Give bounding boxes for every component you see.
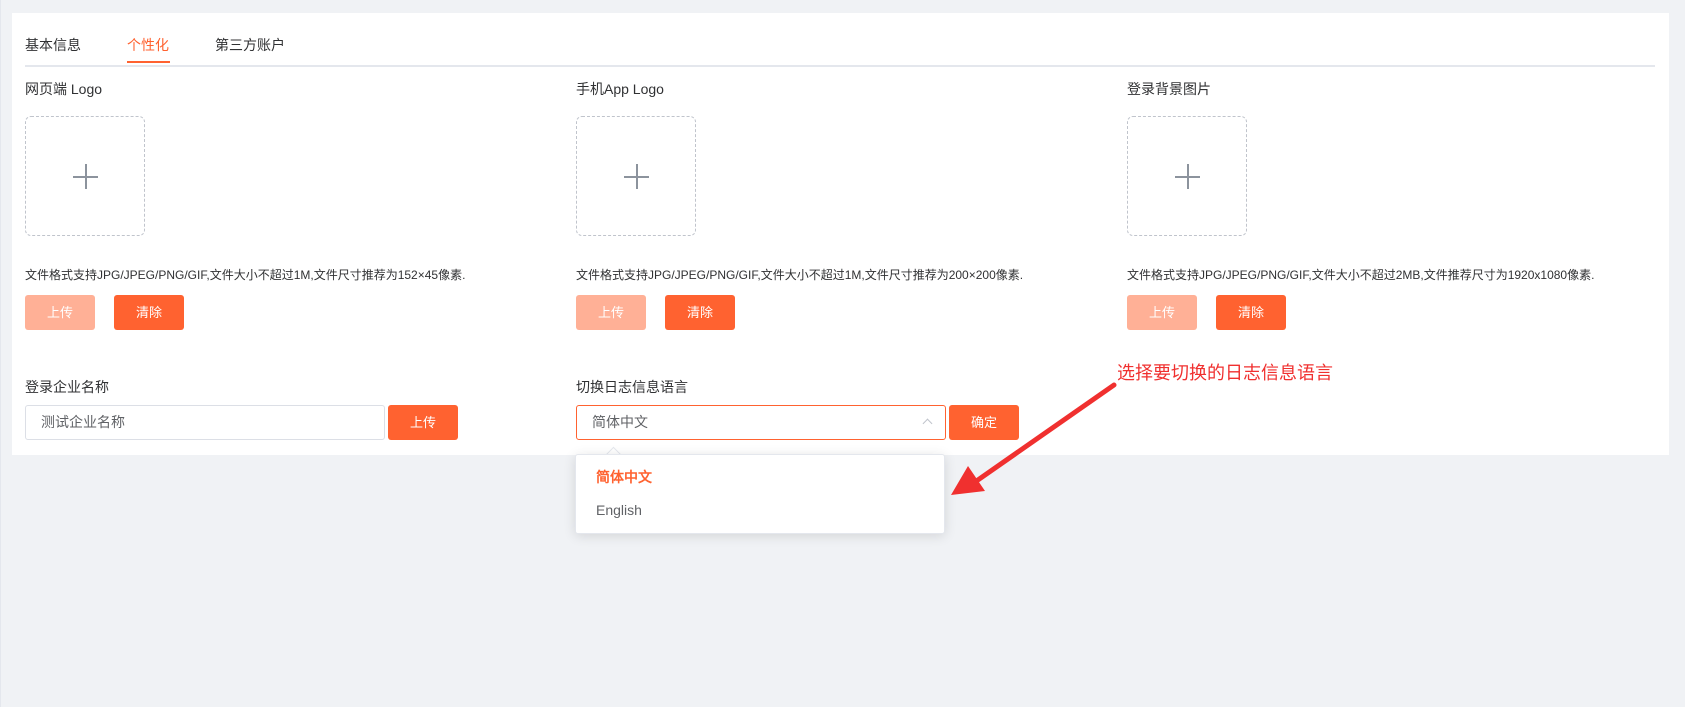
annotation-label: 选择要切换的日志信息语言 [1117,363,1333,383]
web-logo-hint: 文件格式支持JPG/JPEG/PNG/GIF,文件大小不超过1M,文件尺寸推荐为… [25,268,466,282]
login-bg-title: 登录背景图片 [1127,81,1211,97]
log-language-selected-value: 简体中文 [592,414,648,430]
login-bg-uploader[interactable] [1127,116,1247,236]
chevron-up-icon [922,418,933,429]
log-language-confirm-button[interactable]: 确定 [949,405,1019,440]
web-logo-upload-button[interactable]: 上传 [25,295,95,330]
log-language-label: 切换日志信息语言 [576,379,688,395]
tab-personalization[interactable]: 个性化 [127,35,169,55]
company-name-upload-button[interactable]: 上传 [388,405,458,440]
web-logo-clear-button[interactable]: 清除 [114,295,184,330]
login-bg-clear-button[interactable]: 清除 [1216,295,1286,330]
settings-card: 基本信息 个性化 第三方账户 网页端 Logo 文件格式支持JPG/JPEG/P… [12,13,1669,455]
company-name-label: 登录企业名称 [25,379,109,395]
plus-icon [73,164,98,189]
tab-bar: 基本信息 个性化 第三方账户 [25,13,1655,67]
active-tab-indicator [127,61,170,63]
page-edge [0,0,1,707]
company-name-input[interactable]: 测试企业名称 [25,405,385,440]
app-logo-upload-button[interactable]: 上传 [576,295,646,330]
app-logo-clear-button[interactable]: 清除 [665,295,735,330]
language-option-simplified-chinese[interactable]: 简体中文 [596,467,652,487]
tab-third-party-accounts[interactable]: 第三方账户 [215,35,285,55]
app-logo-hint: 文件格式支持JPG/JPEG/PNG/GIF,文件大小不超过1M,文件尺寸推荐为… [576,268,1024,282]
log-language-select[interactable]: 简体中文 [576,405,946,440]
login-bg-hint: 文件格式支持JPG/JPEG/PNG/GIF,文件大小不超过2MB,文件推荐尺寸… [1127,268,1595,282]
plus-icon [1175,164,1200,189]
login-bg-upload-button[interactable]: 上传 [1127,295,1197,330]
plus-icon [624,164,649,189]
web-logo-title: 网页端 Logo [25,81,103,97]
tab-basic-info[interactable]: 基本信息 [25,35,81,55]
web-logo-uploader[interactable] [25,116,145,236]
log-language-dropdown: 简体中文 English [575,454,945,534]
language-option-english[interactable]: English [596,502,642,518]
app-logo-uploader[interactable] [576,116,696,236]
app-logo-title: 手机App Logo [576,81,664,97]
